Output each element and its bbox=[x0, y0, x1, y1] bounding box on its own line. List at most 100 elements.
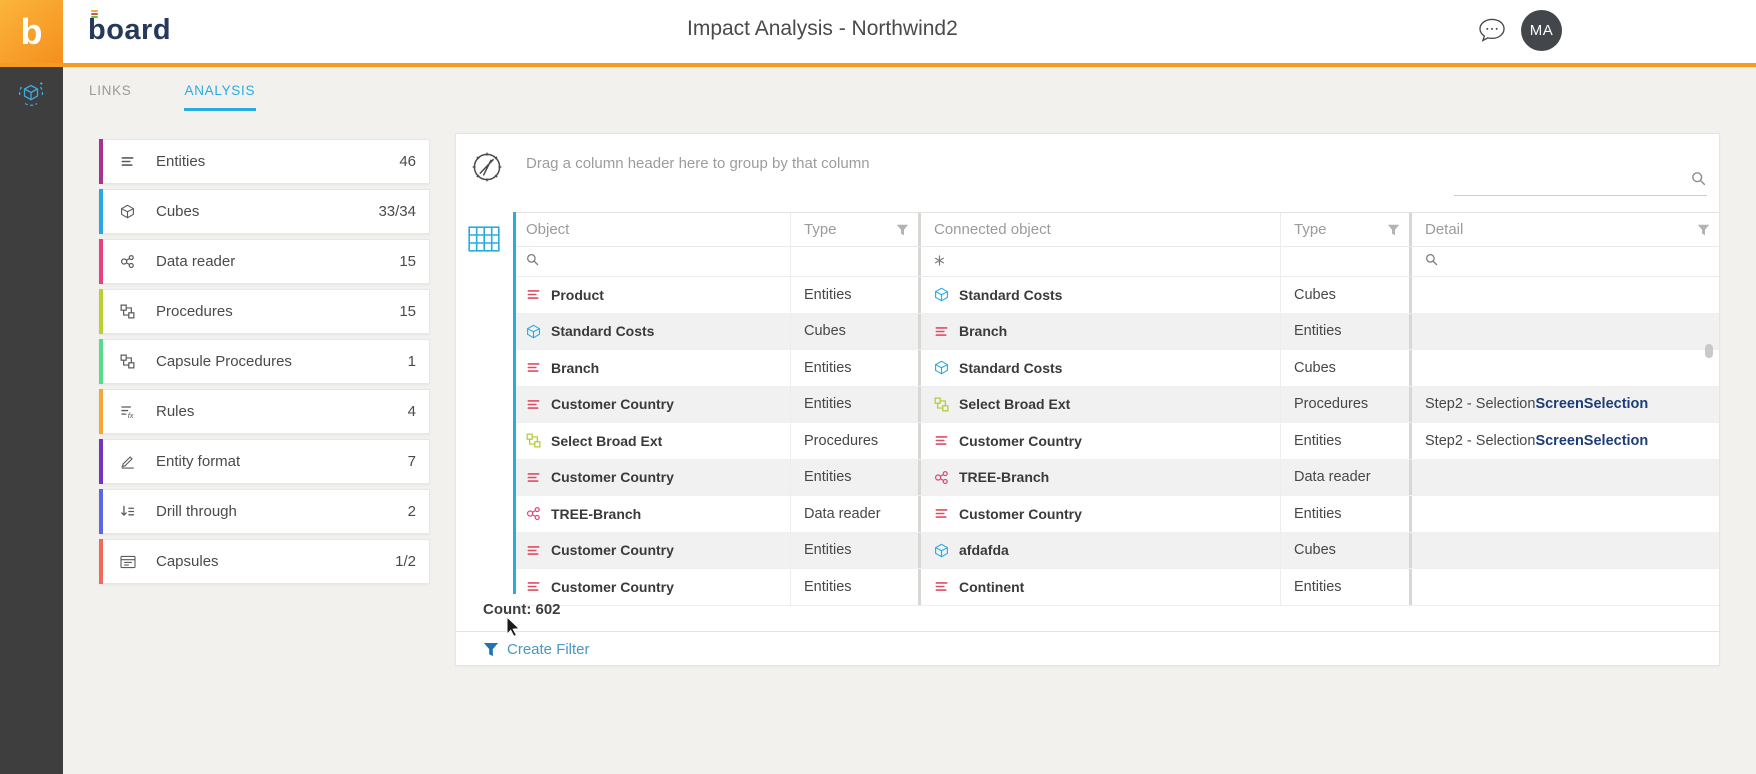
category-label: Entities bbox=[156, 153, 205, 170]
table-row[interactable]: Standard CostsCubesBranchEntities bbox=[513, 314, 1719, 351]
board-logo-square[interactable]: b bbox=[0, 0, 63, 63]
create-filter-label: Create Filter bbox=[507, 641, 590, 658]
column-header-detail[interactable]: Detail bbox=[1412, 213, 1719, 246]
category-color-bar bbox=[99, 139, 103, 184]
detail-cell bbox=[1412, 277, 1719, 313]
category-color-bar bbox=[99, 289, 103, 334]
tab-analysis[interactable]: ANALYSIS bbox=[184, 81, 257, 111]
column-header-label: Connected object bbox=[934, 221, 1051, 238]
filter-cell[interactable] bbox=[921, 247, 1281, 276]
detail-screen-link[interactable]: ScreenSelection bbox=[1535, 396, 1648, 412]
filter-funnel-icon bbox=[483, 642, 499, 657]
filter-cell[interactable] bbox=[513, 247, 791, 276]
entity-icon bbox=[934, 433, 949, 448]
object-type: Data reader bbox=[804, 506, 881, 522]
table-row[interactable]: Select Broad ExtProceduresCustomer Count… bbox=[513, 423, 1719, 460]
table-row[interactable]: Customer CountryEntitiesTREE-BranchData … bbox=[513, 460, 1719, 497]
connected-type-cell: Cubes bbox=[1281, 277, 1412, 313]
object-type-card-capsule-procedures[interactable]: Capsule Procedures1 bbox=[99, 339, 430, 384]
object-type-card-entity-format[interactable]: Entity format7 bbox=[99, 439, 430, 484]
graph-view-icon[interactable] bbox=[469, 149, 505, 190]
object-name: Customer Country bbox=[551, 469, 674, 485]
cube-icon bbox=[120, 202, 140, 222]
column-header-connected-object[interactable]: Connected object bbox=[921, 213, 1281, 246]
category-color-bar bbox=[99, 189, 103, 234]
filter-cell[interactable] bbox=[1412, 247, 1719, 276]
grid-search-input[interactable] bbox=[1454, 170, 1707, 196]
column-header-label: Object bbox=[526, 221, 569, 238]
table-row[interactable]: Customer CountryEntitiesSelect Broad Ext… bbox=[513, 387, 1719, 424]
tab-links[interactable]: LINKS bbox=[88, 81, 133, 111]
chat-icon[interactable] bbox=[1477, 17, 1507, 49]
connected-object-cell: Standard Costs bbox=[921, 350, 1281, 386]
cube-icon bbox=[526, 324, 541, 339]
table-row[interactable]: ProductEntitiesStandard CostsCubes bbox=[513, 277, 1719, 314]
filter-cell[interactable] bbox=[1281, 247, 1412, 276]
connected-type-cell: Cubes bbox=[1281, 533, 1412, 569]
entity-icon bbox=[526, 579, 541, 594]
vertical-scrollbar-thumb[interactable] bbox=[1705, 344, 1713, 358]
object-type-card-procedures[interactable]: Procedures15 bbox=[99, 289, 430, 334]
column-header-type[interactable]: Type bbox=[791, 213, 921, 246]
table-row[interactable]: Customer CountryEntitiesafdafdaCubes bbox=[513, 533, 1719, 570]
category-count: 4 bbox=[408, 403, 416, 420]
column-filter-funnel-icon[interactable] bbox=[896, 224, 909, 236]
object-type-card-cubes[interactable]: Cubes33/34 bbox=[99, 189, 430, 234]
object-type: Entities bbox=[804, 396, 852, 412]
object-cell: Customer Country bbox=[513, 533, 791, 569]
detail-screen-link[interactable]: ScreenSelection bbox=[1535, 433, 1648, 449]
object-type-cell: Procedures bbox=[791, 423, 921, 459]
detail-cell bbox=[1412, 460, 1719, 496]
capsules-icon bbox=[120, 552, 140, 572]
procedure-icon bbox=[120, 352, 140, 372]
connected-object-cell: afdafda bbox=[921, 533, 1281, 569]
connected-type: Procedures bbox=[1294, 396, 1368, 412]
filter-cell[interactable] bbox=[791, 247, 921, 276]
datareader-icon bbox=[120, 252, 140, 272]
category-label: Capsules bbox=[156, 553, 219, 570]
connected-object-name: afdafda bbox=[959, 542, 1009, 558]
column-header-object[interactable]: Object bbox=[513, 213, 791, 246]
object-type-cell: Entities bbox=[791, 350, 921, 386]
object-type-card-entities[interactable]: Entities46 bbox=[99, 139, 430, 184]
object-type-cell: Entities bbox=[791, 277, 921, 313]
column-header-type[interactable]: Type bbox=[1281, 213, 1412, 246]
grid-view-icon[interactable] bbox=[468, 226, 500, 257]
object-name: Select Broad Ext bbox=[551, 433, 662, 449]
object-type-cell: Entities bbox=[791, 460, 921, 496]
column-filter-funnel-icon[interactable] bbox=[1387, 224, 1400, 236]
connected-type-cell: Cubes bbox=[1281, 350, 1412, 386]
table-row[interactable]: TREE-BranchData readerCustomer CountryEn… bbox=[513, 496, 1719, 533]
detail-text: Step2 - Selection bbox=[1425, 396, 1535, 412]
search-icon bbox=[1425, 253, 1438, 271]
object-name: Customer Country bbox=[551, 579, 674, 595]
connected-object-cell: Customer Country bbox=[921, 496, 1281, 532]
detail-text: Step2 - Selection bbox=[1425, 433, 1535, 449]
category-count: 1/2 bbox=[395, 553, 416, 570]
detail-cell bbox=[1412, 350, 1719, 386]
table-row[interactable]: Branch EntitiesStandard CostsCubes bbox=[513, 350, 1719, 387]
orange-divider bbox=[0, 63, 1756, 67]
column-filter-funnel-icon[interactable] bbox=[1697, 224, 1710, 236]
category-color-bar bbox=[99, 439, 103, 484]
avatar[interactable]: MA bbox=[1521, 10, 1562, 51]
capsules-nav-icon[interactable] bbox=[16, 78, 46, 113]
detail-cell: Step2 - Selection ScreenSelection bbox=[1412, 423, 1719, 459]
procedure-icon bbox=[934, 397, 949, 412]
column-header-label: Type bbox=[1294, 221, 1327, 238]
board-logo-b: b bbox=[21, 14, 43, 50]
object-type-card-rules[interactable]: fxRules4 bbox=[99, 389, 430, 434]
content-area: LINKS ANALYSIS Entities46 Cubes33/34 Data … bbox=[63, 67, 1756, 774]
entity-icon bbox=[934, 506, 949, 521]
grid-header-row: Object Type Connected object Type Detail bbox=[513, 212, 1719, 247]
object-name: Branch bbox=[551, 360, 599, 376]
object-type-card-data-reader[interactable]: Data reader15 bbox=[99, 239, 430, 284]
board-brand-logo[interactable]: board bbox=[88, 13, 171, 48]
object-type-card-capsules[interactable]: Capsules 1/2 bbox=[99, 539, 430, 584]
connected-object-name: Standard Costs bbox=[959, 287, 1062, 303]
category-label: Capsule Procedures bbox=[156, 353, 292, 370]
group-by-hint[interactable]: Drag a column header here to group by th… bbox=[526, 155, 870, 172]
create-filter-button[interactable]: Create Filter bbox=[456, 631, 1719, 667]
object-type-card-drill-through[interactable]: Drill through2 bbox=[99, 489, 430, 534]
object-type: Cubes bbox=[804, 323, 846, 339]
